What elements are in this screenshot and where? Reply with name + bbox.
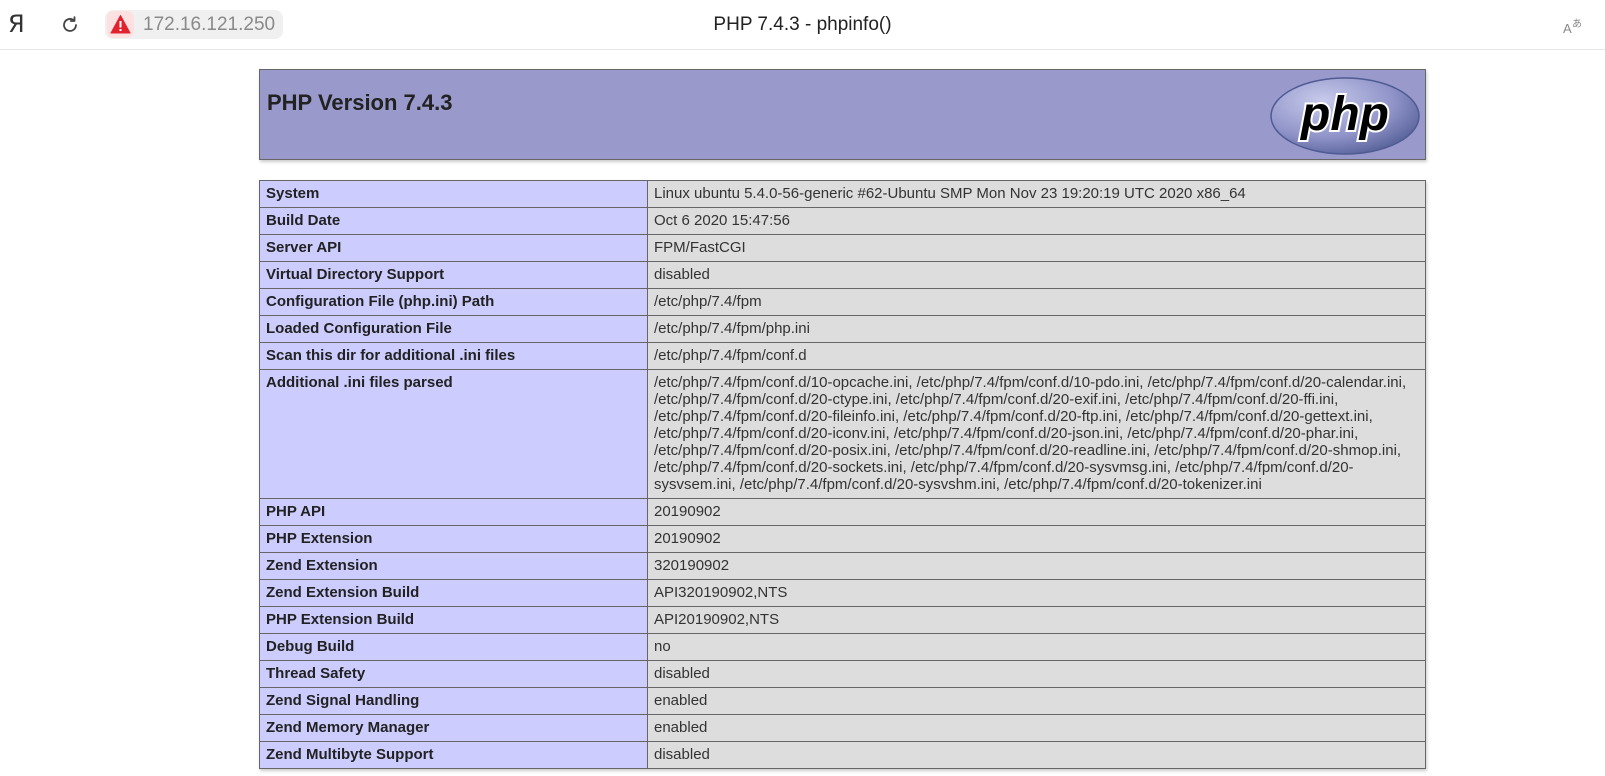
- row-key: System: [259, 180, 648, 208]
- row-value: Linux ubuntu 5.4.0-56-generic #62-Ubuntu…: [647, 180, 1426, 208]
- table-row: Scan this dir for additional .ini files /…: [259, 342, 1426, 370]
- table-row: Debug Build no: [259, 633, 1426, 661]
- row-value: /etc/php/7.4/fpm/conf.d: [647, 342, 1426, 370]
- row-value: 20190902: [647, 525, 1426, 553]
- row-value: /etc/php/7.4/fpm: [647, 288, 1426, 316]
- info-table: System Linux ubuntu 5.4.0-56-generic #62-…: [259, 180, 1426, 769]
- php-header: PHP Version 7.4.3 php php: [259, 69, 1426, 160]
- row-value: disabled: [647, 741, 1426, 769]
- table-row: System Linux ubuntu 5.4.0-56-generic #62-…: [259, 180, 1426, 208]
- row-key: Debug Build: [259, 633, 648, 661]
- svg-text:あ: あ: [1572, 18, 1582, 30]
- translate-icon[interactable]: A あ: [1562, 16, 1586, 36]
- row-value: enabled: [647, 714, 1426, 742]
- row-key: PHP Extension: [259, 525, 648, 553]
- row-value: FPM/FastCGI: [647, 234, 1426, 262]
- row-value: API320190902,NTS: [647, 579, 1426, 607]
- table-row: Additional .ini files parsed/etc/php/7.4…: [259, 369, 1426, 499]
- row-value: enabled: [647, 687, 1426, 715]
- row-key: Zend Multibyte Support: [259, 741, 648, 769]
- table-row: Build Date Oct 6 2020 15:47:56: [259, 207, 1426, 235]
- row-key: Loaded Configuration File: [259, 315, 648, 343]
- row-value: /etc/php/7.4/fpm/php.ini: [647, 315, 1426, 343]
- row-key: PHP Extension Build: [259, 606, 648, 634]
- row-key: Thread Safety: [259, 660, 648, 688]
- table-row: Thread Safety disabled: [259, 660, 1426, 688]
- row-key: Zend Memory Manager: [259, 714, 648, 742]
- php-version-heading: PHP Version 7.4.3: [267, 90, 453, 115]
- row-value: 320190902: [647, 552, 1426, 580]
- row-value: disabled: [647, 660, 1426, 688]
- php-logo-text: php: [1299, 88, 1389, 141]
- table-row: Server API FPM/FastCGI: [259, 234, 1426, 262]
- browser-toolbar: Я 172.16.121.250 PHP 7.4.3 - phpinfo() A…: [0, 0, 1605, 50]
- table-row: Zend Signal Handling enabled: [259, 687, 1426, 715]
- table-row: Zend Extension Build API320190902,NTS: [259, 579, 1426, 607]
- row-value: Oct 6 2020 15:47:56: [647, 207, 1426, 235]
- table-row: PHP Extension Build API20190902,NTS: [259, 606, 1426, 634]
- table-row: PHP API 20190902: [259, 498, 1426, 526]
- row-key: Additional .ini files parsed: [259, 369, 648, 499]
- row-value: /etc/php/7.4/fpm/conf.d/10-opcache.ini, …: [647, 369, 1426, 499]
- row-value: disabled: [647, 261, 1426, 289]
- row-key: Zend Extension Build: [259, 579, 648, 607]
- row-key: Zend Signal Handling: [259, 687, 648, 715]
- table-row: Virtual Directory Support disabled: [259, 261, 1426, 289]
- row-value: no: [647, 633, 1426, 661]
- table-row: Zend Memory Manager enabled: [259, 714, 1426, 742]
- row-key: Server API: [259, 234, 648, 262]
- table-row: PHP Extension 20190902: [259, 525, 1426, 553]
- row-key: Zend Extension: [259, 552, 648, 580]
- table-row: Loaded Configuration File/etc/php/7.4/fp…: [259, 315, 1426, 343]
- svg-text:A: A: [1563, 21, 1572, 36]
- row-value: API20190902,NTS: [647, 606, 1426, 634]
- row-key: Build Date: [259, 207, 648, 235]
- page-title: PHP 7.4.3 - phpinfo(): [713, 14, 892, 35]
- row-key: PHP API: [259, 498, 648, 526]
- table-row: Zend Multibyte Support disabled: [259, 741, 1426, 769]
- row-value: 20190902: [647, 498, 1426, 526]
- row-key: Configuration File (php.ini) Path: [259, 288, 648, 316]
- php-logo[interactable]: php php: [1269, 76, 1421, 161]
- phpinfo-content: PHP Version 7.4.3 php php System Linux ub…: [259, 69, 1426, 769]
- table-row: Zend Extension 320190902: [259, 552, 1426, 580]
- row-key: Scan this dir for additional .ini files: [259, 342, 648, 370]
- table-row: Configuration File (php.ini) Path/etc/ph…: [259, 288, 1426, 316]
- row-key: Virtual Directory Support: [259, 261, 648, 289]
